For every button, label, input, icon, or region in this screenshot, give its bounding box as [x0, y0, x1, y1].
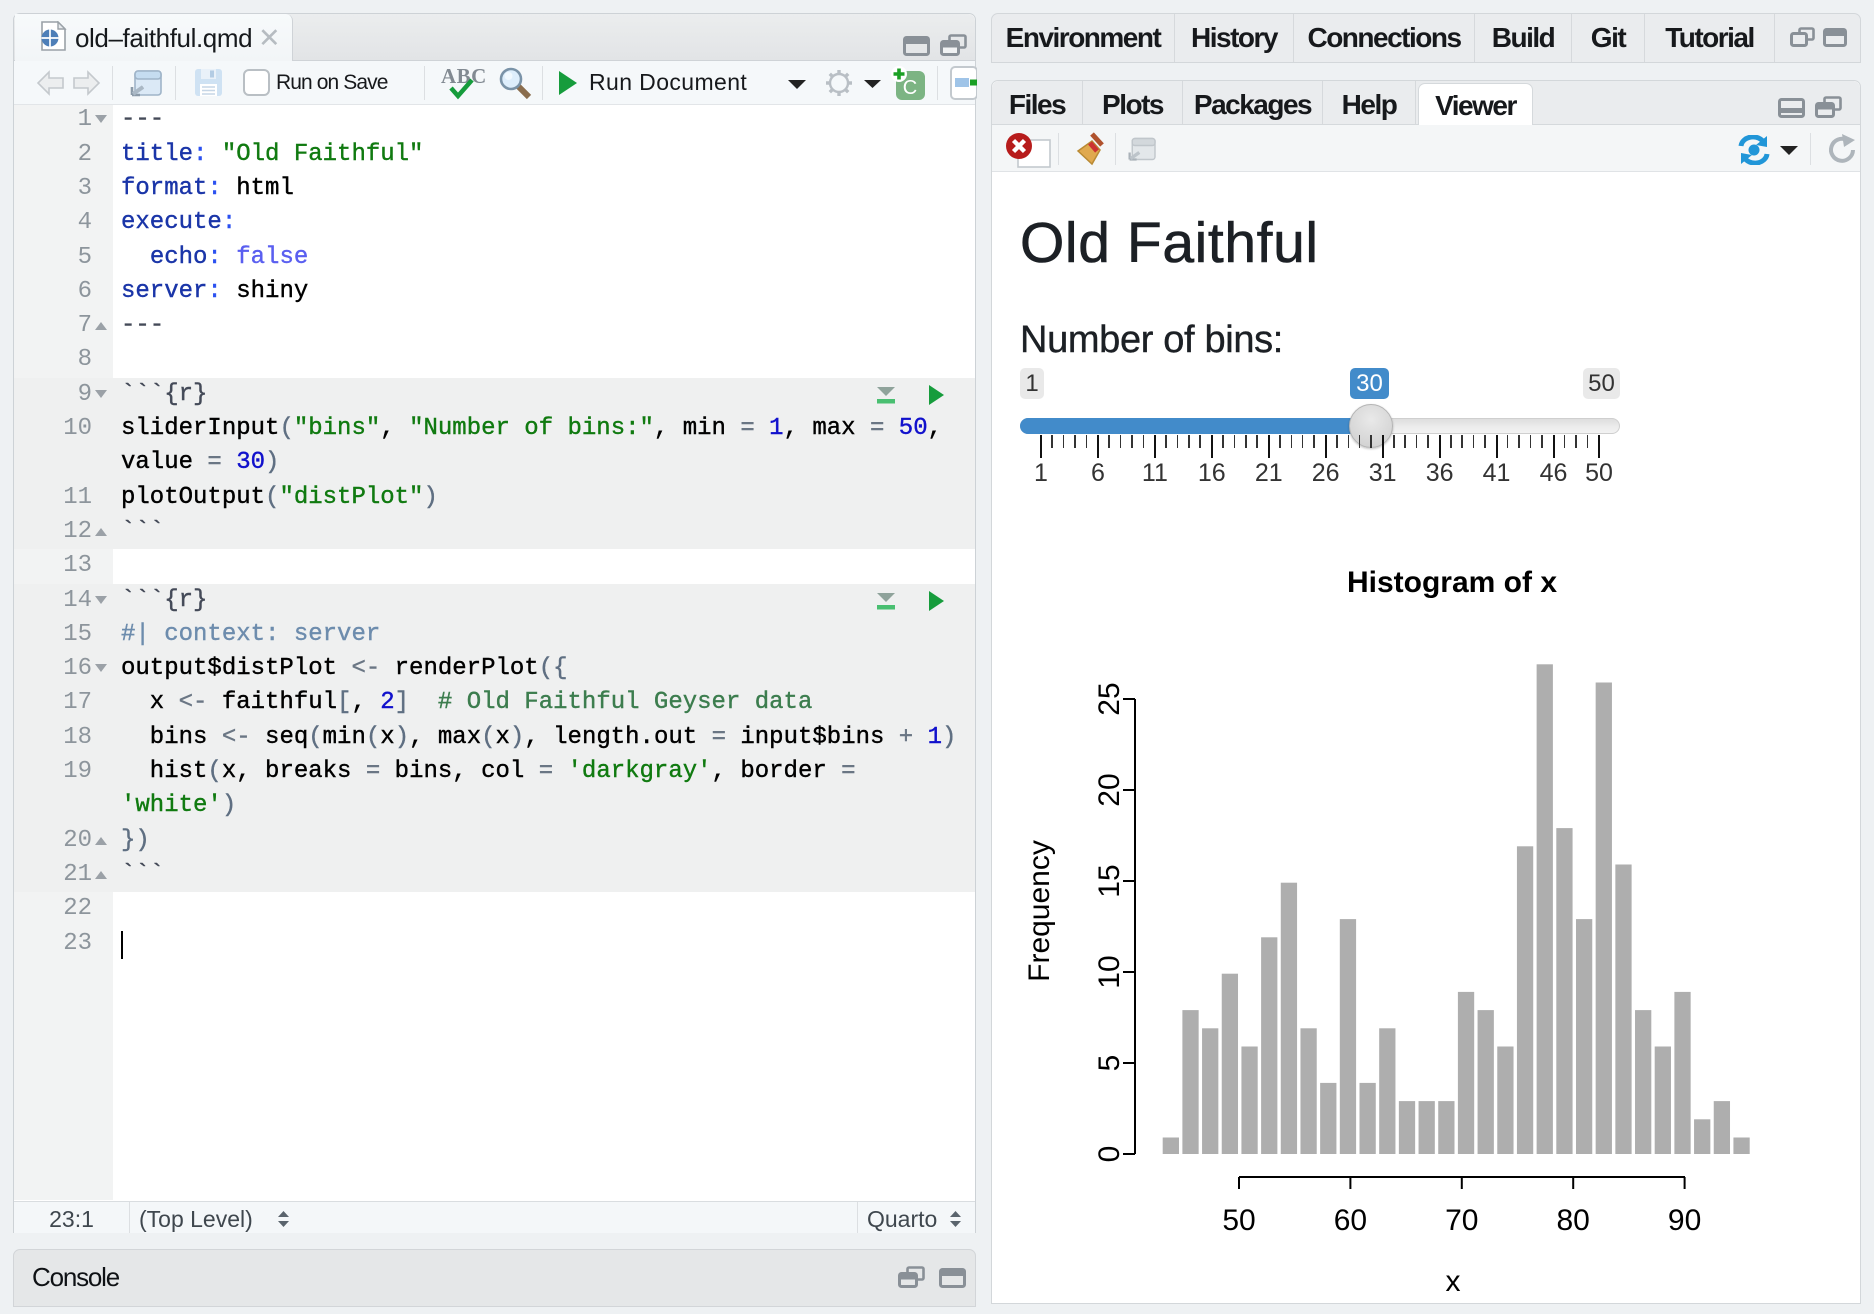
svg-text:0: 0: [1093, 1146, 1126, 1163]
svg-text:25: 25: [1093, 682, 1126, 715]
svg-text:90: 90: [1668, 1204, 1701, 1237]
svg-text:Histogram of x: Histogram of x: [1347, 566, 1557, 599]
svg-text:60: 60: [1334, 1204, 1367, 1237]
svg-text:15: 15: [1093, 864, 1126, 897]
svg-text:x: x: [1446, 1265, 1461, 1298]
svg-text:80: 80: [1557, 1204, 1590, 1237]
svg-text:C: C: [903, 77, 917, 99]
svg-text:5: 5: [1093, 1055, 1126, 1072]
svg-text:70: 70: [1445, 1204, 1478, 1237]
svg-text:50: 50: [1222, 1204, 1255, 1237]
svg-text:10: 10: [1093, 955, 1126, 988]
svg-text:20: 20: [1093, 773, 1126, 806]
svg-text:Frequency: Frequency: [1023, 840, 1056, 982]
